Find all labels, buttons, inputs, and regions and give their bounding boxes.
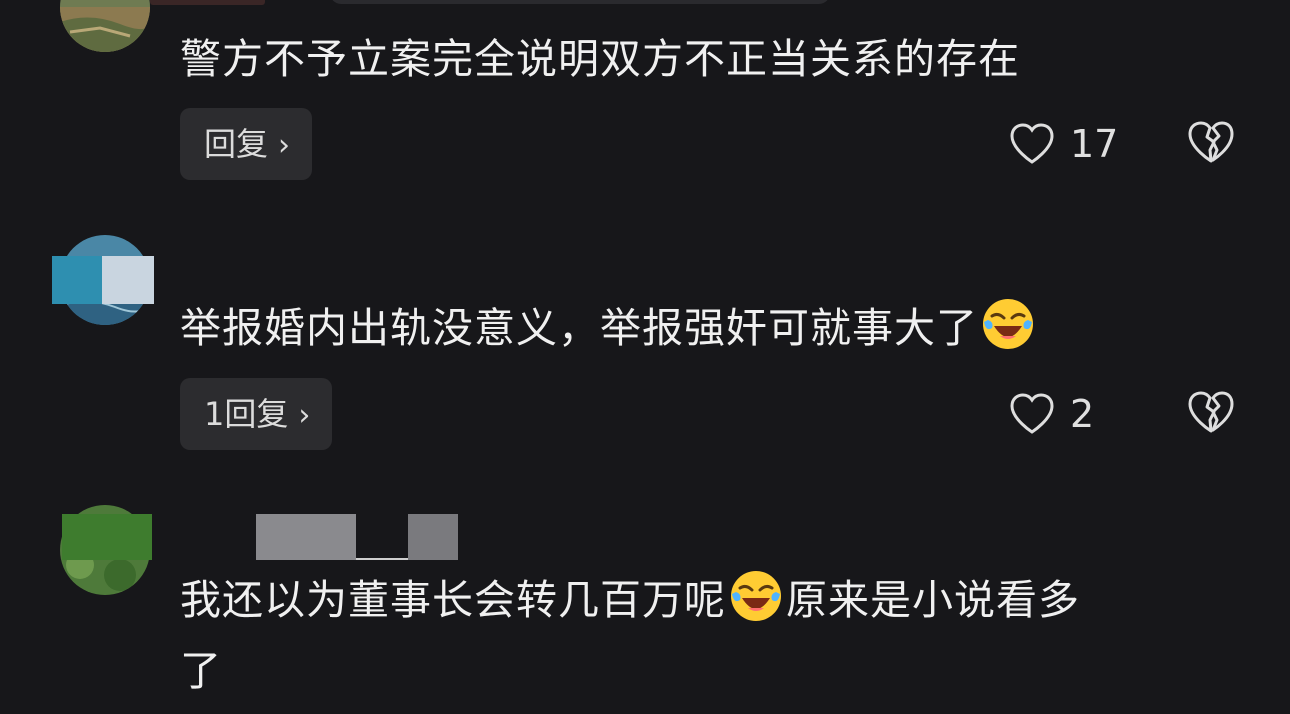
broken-heart-icon xyxy=(1188,121,1234,163)
censored-avatar-overlay xyxy=(102,256,154,304)
like-button[interactable]: 17 xyxy=(1008,119,1118,169)
reply-button[interactable]: 1回复 › xyxy=(180,378,333,450)
censored-username xyxy=(408,514,458,560)
dislike-button[interactable] xyxy=(1186,389,1236,439)
reply-label: 1回复 xyxy=(204,395,289,433)
censored-username xyxy=(356,558,408,560)
like-button[interactable]: 2 xyxy=(1008,389,1094,439)
comment-text: 警方不予立案完全说明双方不正当关系的存在 xyxy=(180,35,1020,83)
reply-button[interactable]: 回复 › xyxy=(180,108,313,180)
like-count: 2 xyxy=(1070,392,1095,436)
censored-username xyxy=(256,514,356,560)
laughing-crying-emoji xyxy=(731,571,781,621)
laughing-crying-emoji xyxy=(983,299,1033,349)
chevron-right-icon: › xyxy=(298,398,311,433)
heart-icon xyxy=(1010,393,1054,434)
dislike-button[interactable] xyxy=(1186,119,1236,169)
truncated-bar xyxy=(330,0,830,4)
comment-text-line2: 了 xyxy=(180,647,222,695)
comment-text-part: 举报婚内出轨没意义，举报强奸可就事大了 xyxy=(180,304,978,352)
reply-label: 回复 xyxy=(204,125,269,163)
heart-icon xyxy=(1010,123,1054,164)
chevron-right-icon: › xyxy=(278,128,291,163)
comment-text: 我还以为董事长会转几百万呢 原来是小说看多 xyxy=(180,568,1080,631)
comment-text: 举报婚内出轨没意义，举报强奸可就事大了 xyxy=(180,296,1038,359)
censored-avatar-overlay xyxy=(62,514,152,560)
truncated-tag xyxy=(150,0,265,5)
censored-avatar-overlay xyxy=(52,256,102,304)
like-count: 17 xyxy=(1070,122,1119,166)
broken-heart-icon xyxy=(1188,391,1234,433)
comment-text-part: 我还以为董事长会转几百万呢 xyxy=(180,576,726,624)
avatar[interactable] xyxy=(60,0,150,52)
comment-text-part: 原来是小说看多 xyxy=(786,576,1080,624)
